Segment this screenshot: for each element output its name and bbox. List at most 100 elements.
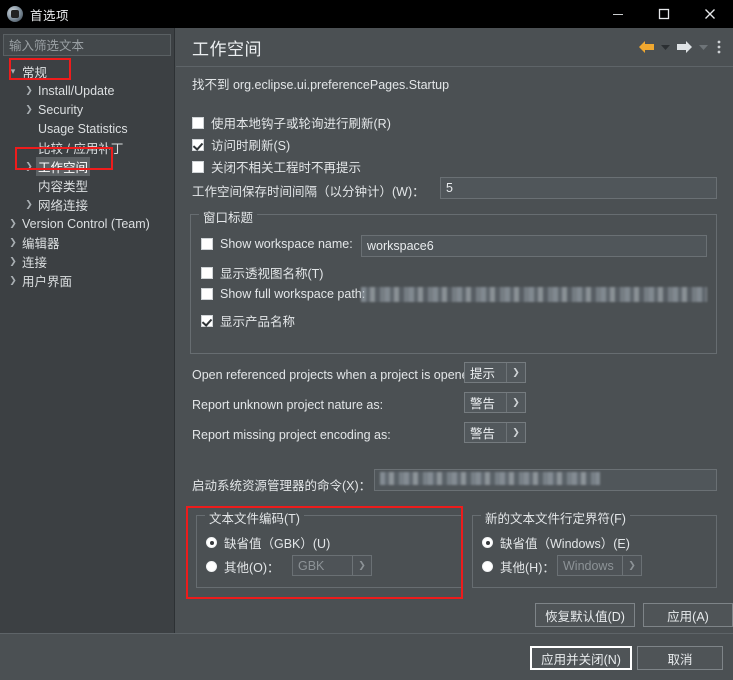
checkbox-box[interactable] <box>192 160 204 173</box>
sidebar-item-connection[interactable]: ❯ 连接 <box>0 252 175 271</box>
checkbox-box[interactable] <box>201 314 213 327</box>
checkbox-show-workspace-name[interactable]: Show workspace name: <box>201 237 353 251</box>
checkbox-label: 关闭不相关工程时不再提示 <box>211 161 362 175</box>
sidebar-item-label: 工作空间 <box>36 157 91 176</box>
text-file-encoding-group-label: 文本文件编码(T) <box>205 508 304 527</box>
chevron-down-icon[interactable]: ❯ <box>506 393 525 412</box>
checkbox-box[interactable] <box>201 266 213 279</box>
report-missing-encoding-select[interactable]: 警告 ❯ <box>464 422 526 443</box>
sidebar-item-compare-patch[interactable]: 比较 / 应用补丁 <box>0 138 175 157</box>
sidebar-item-workspace[interactable]: ❯ 工作空间 <box>0 157 175 176</box>
text-file-encoding-group: 文本文件编码(T) 缺省值（GBK）(U) 其他(O)： GBK ❯ <box>196 508 462 588</box>
checkbox-box[interactable] <box>192 116 204 129</box>
radio-dot[interactable] <box>482 561 493 572</box>
window-title: 首选项 <box>30 8 70 23</box>
explorer-command-input[interactable] <box>374 469 717 491</box>
restore-defaults-button[interactable]: 恢复默认值(D) <box>535 603 635 627</box>
chevron-right-icon[interactable]: ❯ <box>22 85 36 96</box>
workspace-name-input[interactable]: workspace6 <box>361 235 707 257</box>
sidebar-item-general[interactable]: ▾ 常规 <box>0 62 175 81</box>
checkbox-box[interactable] <box>201 288 213 300</box>
chevron-down-icon[interactable]: ▾ <box>6 66 20 77</box>
sidebar-item-usage-statistics[interactable]: Usage Statistics <box>0 119 175 138</box>
sidebar-item-content-types[interactable]: 内容类型 <box>0 176 175 195</box>
checkbox-label: 使用本地钩子或轮询进行刷新(R) <box>211 117 391 131</box>
radio-delimiter-other[interactable]: 其他(H)： <box>482 557 555 576</box>
radio-dot[interactable] <box>206 537 217 548</box>
select-value: Windows <box>563 558 614 573</box>
filter-input[interactable]: 输入筛选文本 <box>3 34 171 56</box>
window-controls <box>595 0 733 28</box>
overflow-menu-icon[interactable] <box>712 35 726 59</box>
radio-dot[interactable] <box>206 561 217 572</box>
window-titlebar: 首选项 <box>0 0 733 28</box>
chevron-right-icon[interactable]: ❯ <box>22 104 36 115</box>
checkbox-label: 显示产品名称 <box>220 315 296 329</box>
chevron-right-icon[interactable]: ❯ <box>22 161 36 172</box>
page-toolbar <box>636 28 726 66</box>
preferences-sidebar: 输入筛选文本 ▾ 常规 ❯ Install/Update ❯ Security … <box>0 28 175 633</box>
sidebar-item-network-connections[interactable]: ❯ 网络连接 <box>0 195 175 214</box>
sidebar-item-label: Security <box>38 102 84 117</box>
checkbox-show-product-name[interactable]: 显示产品名称 <box>201 311 295 330</box>
checkbox-box[interactable] <box>192 138 204 151</box>
sidebar-item-label: 常规 <box>22 66 48 80</box>
chevron-right-icon[interactable]: ❯ <box>6 256 20 267</box>
save-interval-input[interactable]: 5 <box>440 177 717 199</box>
report-missing-encoding-label: Report missing project encoding as: <box>192 428 391 442</box>
sidebar-item-version-control[interactable]: ❯ Version Control (Team) <box>0 214 175 233</box>
back-history-chevron-down-icon[interactable] <box>658 35 672 59</box>
radio-delimiter-default[interactable]: 缺省值（Windows）(E) <box>482 533 630 552</box>
save-interval-label: 工作空间保存时间间隔（以分钟计）(W)： <box>192 185 425 199</box>
sidebar-item-user-interface[interactable]: ❯ 用户界面 <box>0 271 175 290</box>
chevron-right-icon[interactable]: ❯ <box>22 199 36 210</box>
close-icon[interactable] <box>687 0 733 28</box>
radio-encoding-default[interactable]: 缺省值（GBK）(U) <box>206 533 330 552</box>
checkbox-refresh-on-access[interactable]: 访问时刷新(S) <box>192 135 290 154</box>
sidebar-item-editor[interactable]: ❯ 编辑器 <box>0 233 175 252</box>
chevron-down-icon[interactable]: ❯ <box>506 363 525 382</box>
chevron-down-icon[interactable]: ❯ <box>622 556 641 575</box>
radio-encoding-other[interactable]: 其他(O)： <box>206 557 280 576</box>
delimiter-other-select[interactable]: Windows ❯ <box>557 555 642 576</box>
preferences-page: 工作空间 找不到 org.eclipse.ui.preferencePages.… <box>176 28 733 633</box>
checkbox-show-perspective-name[interactable]: 显示透视图名称(T) <box>201 263 323 282</box>
sidebar-item-label: 比较 / 应用补丁 <box>38 142 124 156</box>
line-delimiter-group: 新的文本文件行定界符(F) 缺省值（Windows）(E) 其他(H)： Win… <box>472 508 717 588</box>
page-header: 工作空间 <box>176 28 733 66</box>
checkbox-box[interactable] <box>201 238 213 250</box>
checkbox-refresh-native-hooks[interactable]: 使用本地钩子或轮询进行刷新(R) <box>192 113 391 132</box>
forward-arrow-icon[interactable] <box>674 35 694 59</box>
chevron-down-icon[interactable]: ❯ <box>352 556 371 575</box>
header-divider <box>176 66 733 67</box>
checkbox-close-unrelated-projects[interactable]: 关闭不相关工程时不再提示 <box>192 157 361 176</box>
report-unknown-nature-select[interactable]: 警告 ❯ <box>464 392 526 413</box>
back-arrow-icon[interactable] <box>636 35 656 59</box>
select-value: 警告 <box>470 397 496 411</box>
open-referenced-projects-select[interactable]: 提示 ❯ <box>464 362 526 383</box>
checkbox-show-full-workspace-path[interactable]: Show full workspace path: <box>201 287 365 301</box>
apply-and-close-button[interactable]: 应用并关闭(N) <box>530 646 632 670</box>
chevron-right-icon[interactable]: ❯ <box>6 218 20 229</box>
chevron-down-icon[interactable]: ❯ <box>506 423 525 442</box>
checkbox-label: Show workspace name: <box>220 237 353 251</box>
chevron-right-icon[interactable]: ❯ <box>6 237 20 248</box>
sidebar-item-security[interactable]: ❯ Security <box>0 100 175 119</box>
workspace-path-value-blurred <box>361 287 707 302</box>
chevron-right-icon[interactable]: ❯ <box>6 275 20 286</box>
encoding-other-select[interactable]: GBK ❯ <box>292 555 372 576</box>
apply-button[interactable]: 应用(A) <box>643 603 733 627</box>
radio-label: 其他(O)： <box>224 561 280 575</box>
window-title-group-label: 窗口标题 <box>199 207 258 226</box>
report-unknown-nature-label: Report unknown project nature as: <box>192 398 384 412</box>
radio-dot[interactable] <box>482 537 493 548</box>
minimize-icon[interactable] <box>595 0 641 28</box>
checkbox-label: 访问时刷新(S) <box>211 139 291 153</box>
maximize-icon[interactable] <box>641 0 687 28</box>
sidebar-item-label: Usage Statistics <box>38 121 128 136</box>
page-title: 工作空间 <box>192 39 262 59</box>
cancel-button[interactable]: 取消 <box>637 646 723 670</box>
sidebar-item-install-update[interactable]: ❯ Install/Update <box>0 81 175 100</box>
sidebar-item-label: 网络连接 <box>38 199 89 213</box>
select-value: 提示 <box>470 367 496 381</box>
